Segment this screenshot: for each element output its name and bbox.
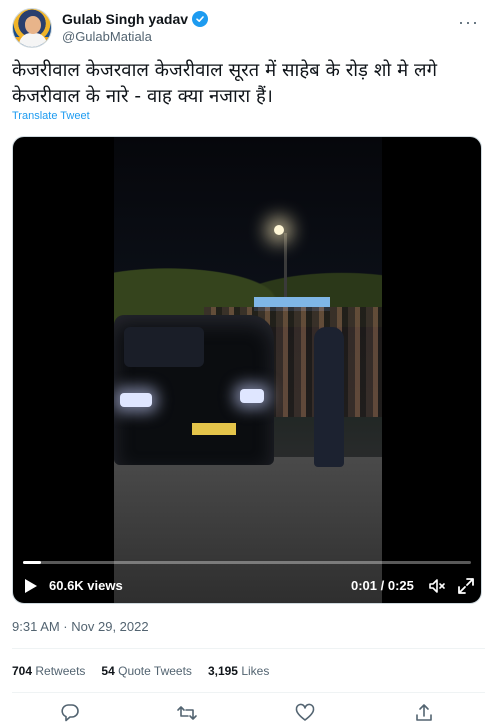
avatar[interactable]	[12, 8, 52, 48]
checkmark-icon	[196, 16, 204, 22]
author-name-row[interactable]: Gulab Singh yadav	[62, 10, 209, 28]
expand-icon[interactable]	[456, 576, 476, 599]
retweets-count: 704	[12, 664, 33, 678]
reply-icon[interactable]	[59, 702, 81, 724]
video-scene-streetlight	[274, 225, 284, 235]
author-handle[interactable]: @GulabMatiala	[62, 28, 208, 46]
share-svg	[416, 704, 432, 721]
quote-tweets-count: 54	[101, 664, 115, 678]
tweet-stats: 704 Retweets 54 Quote Tweets 3,195 Likes	[12, 664, 269, 678]
retweet-icon[interactable]	[176, 702, 198, 724]
video-progress-bar[interactable]	[23, 561, 471, 564]
tweet-actions	[0, 702, 497, 726]
avatar-face	[25, 16, 41, 34]
volume-mute-svg	[429, 579, 445, 593]
author-info: Gulab Singh yadav @GulabMatiala	[62, 10, 209, 46]
heart-icon[interactable]	[294, 702, 316, 724]
tweet-timestamp[interactable]: 9:31 AM · Nov 29, 2022	[12, 619, 149, 634]
quote-tweets-stat[interactable]: 54 Quote Tweets	[101, 664, 192, 678]
reply-svg	[61, 704, 79, 722]
video-scene-headlight-left	[120, 393, 152, 407]
video-scene-plate	[192, 423, 236, 435]
more-options-icon[interactable]: ···	[458, 12, 479, 33]
divider-top	[12, 648, 485, 649]
retweets-label: Retweets	[35, 664, 86, 678]
video-views: 60.6K views	[49, 578, 123, 593]
divider-bottom	[12, 692, 485, 693]
share-icon[interactable]	[413, 702, 435, 724]
video-scene-pole	[284, 233, 287, 303]
verified-badge-icon	[192, 11, 209, 27]
video-scene-person	[314, 327, 344, 467]
volume-mute-icon[interactable]	[427, 576, 447, 599]
translate-tweet-link[interactable]: Translate Tweet	[12, 110, 90, 122]
heart-svg	[295, 703, 315, 721]
video-frame	[114, 137, 382, 603]
video-progress-fill	[23, 561, 41, 564]
tweet-header: Gulab Singh yadav @GulabMatiala ···	[12, 8, 485, 52]
video-scene-car	[114, 315, 274, 465]
author-display-name[interactable]: Gulab Singh yadav	[62, 10, 188, 28]
quote-tweets-label: Quote Tweets	[118, 664, 192, 678]
video-scene-car-window	[124, 327, 204, 367]
likes-label: Likes	[241, 664, 270, 678]
video-time: 0:01 / 0:25	[351, 578, 414, 593]
video-controls: 60.6K views 0:01 / 0:25	[13, 569, 481, 603]
likes-count: 3,195	[207, 664, 238, 678]
video-scene-headlight-right	[240, 389, 264, 403]
tweet-text: केजरीवाल केजरवाल केजरीवाल सूरत में साहेब…	[12, 60, 437, 107]
expand-svg	[458, 578, 474, 594]
likes-stat[interactable]: 3,195 Likes	[208, 664, 269, 678]
avatar-shirt	[19, 33, 47, 47]
retweets-stat[interactable]: 704 Retweets	[12, 664, 85, 678]
video-player[interactable]: 60.6K views 0:01 / 0:25	[12, 136, 482, 604]
retweet-svg	[177, 706, 197, 720]
play-icon[interactable]	[25, 579, 37, 593]
